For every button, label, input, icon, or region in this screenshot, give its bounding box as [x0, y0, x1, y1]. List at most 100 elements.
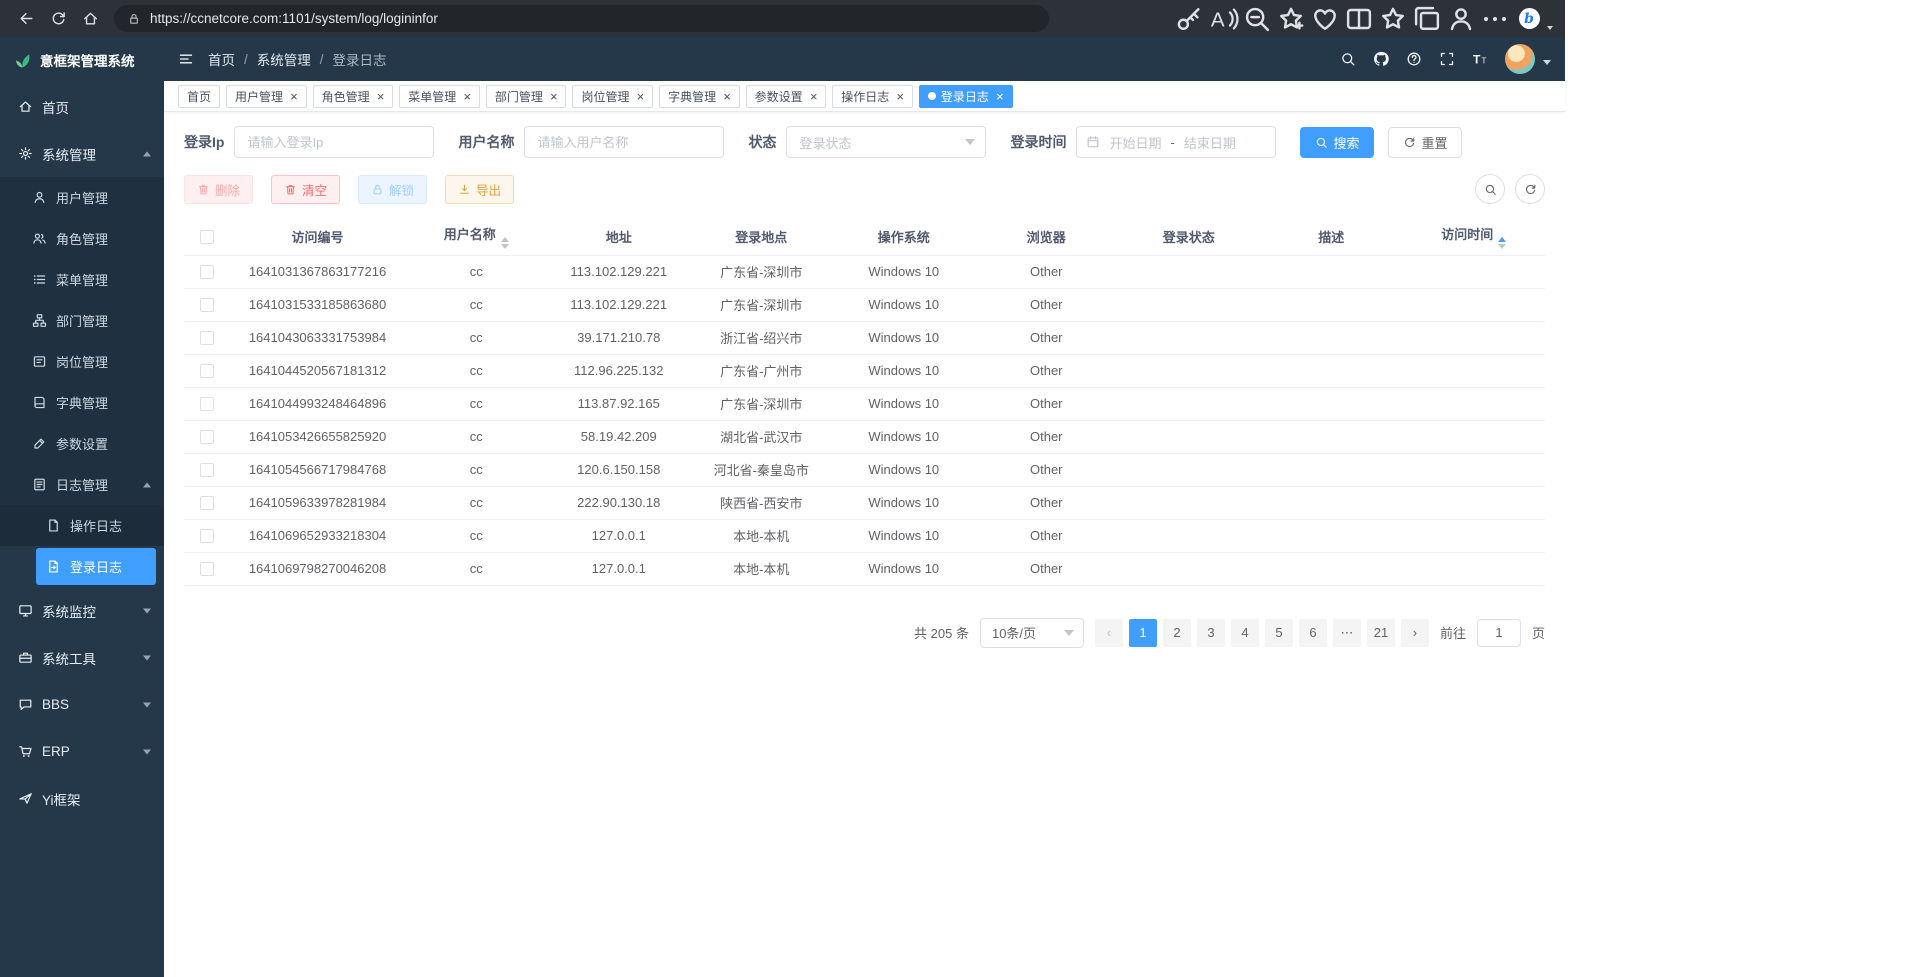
- pagination-page[interactable]: 4: [1231, 619, 1259, 647]
- sidebar-item-badge[interactable]: 岗位管理: [0, 341, 164, 382]
- tab[interactable]: 字典管理×: [659, 85, 740, 108]
- pagination-page[interactable]: 1: [1129, 619, 1157, 647]
- date-range-picker[interactable]: 开始日期 - 结束日期: [1076, 126, 1276, 158]
- fullscreen-icon[interactable]: [1439, 51, 1455, 67]
- row-checkbox[interactable]: [200, 331, 214, 345]
- sidebar-item-doc-login[interactable]: 登录日志: [36, 548, 156, 585]
- favorites-icon[interactable]: [1377, 4, 1409, 34]
- pagination-page[interactable]: 2: [1163, 619, 1191, 647]
- username-input[interactable]: [524, 126, 724, 158]
- pagination-next[interactable]: ›: [1401, 619, 1429, 647]
- sort-icon[interactable]: [501, 237, 509, 249]
- select-all-checkbox[interactable]: [200, 230, 214, 244]
- read-aloud-icon[interactable]: A: [1207, 4, 1239, 34]
- more-menu-icon[interactable]: [1479, 4, 1511, 34]
- tab[interactable]: 参数设置×: [746, 85, 827, 108]
- reset-button[interactable]: 重置: [1388, 127, 1462, 158]
- split-screen-icon[interactable]: [1343, 4, 1375, 34]
- tab[interactable]: 用户管理×: [226, 85, 307, 108]
- sidebar-item-edit[interactable]: 参数设置: [0, 423, 164, 464]
- row-checkbox[interactable]: [200, 298, 214, 312]
- sidebar-item-home[interactable]: 首页: [0, 83, 164, 130]
- goto-page-input[interactable]: [1477, 619, 1521, 647]
- sidebar-item-cart[interactable]: ERP: [0, 728, 164, 775]
- sidebar-item-gear[interactable]: 系统管理: [0, 130, 164, 177]
- breadcrumb-home[interactable]: 首页: [208, 49, 235, 69]
- row-checkbox[interactable]: [200, 529, 214, 543]
- browser-back-icon[interactable]: [10, 4, 42, 34]
- sidebar-item-doc[interactable]: 操作日志: [0, 505, 164, 546]
- sidebar-item-chat[interactable]: BBS: [0, 681, 164, 728]
- tab[interactable]: 首页: [178, 85, 220, 108]
- pagination-page[interactable]: 3: [1197, 619, 1225, 647]
- github-icon[interactable]: [1373, 51, 1389, 67]
- pagination-ellipsis[interactable]: ⋯: [1333, 619, 1361, 647]
- export-button[interactable]: 导出: [445, 175, 514, 204]
- column-header[interactable]: 用户名称: [405, 218, 548, 255]
- close-tab-icon[interactable]: ×: [636, 90, 644, 103]
- browser-essentials-icon[interactable]: [1309, 4, 1341, 34]
- address-bar[interactable]: https://ccnetcore.com:1101/system/log/lo…: [114, 5, 1049, 32]
- browser-home-icon[interactable]: [74, 4, 106, 34]
- sidebar-item-log[interactable]: 日志管理: [0, 464, 164, 505]
- row-checkbox[interactable]: [200, 430, 214, 444]
- header-search-icon[interactable]: [1340, 51, 1356, 67]
- close-tab-icon[interactable]: ×: [896, 90, 904, 103]
- tab[interactable]: 登录日志×: [919, 85, 1013, 108]
- close-tab-icon[interactable]: ×: [463, 90, 471, 103]
- refresh-table-button[interactable]: [1515, 174, 1545, 204]
- clear-button[interactable]: 清空: [271, 175, 340, 204]
- browser-refresh-icon[interactable]: [42, 4, 74, 34]
- copilot-menu-caret-icon[interactable]: [1547, 26, 1553, 30]
- pagination-prev[interactable]: ‹: [1095, 619, 1123, 647]
- close-tab-icon[interactable]: ×: [810, 90, 818, 103]
- row-checkbox[interactable]: [200, 397, 214, 411]
- pagination-page[interactable]: 5: [1265, 619, 1293, 647]
- pagination-page[interactable]: 6: [1299, 619, 1327, 647]
- row-checkbox[interactable]: [200, 364, 214, 378]
- sidebar-item-book[interactable]: 字典管理: [0, 382, 164, 423]
- delete-button[interactable]: 删除: [184, 175, 253, 204]
- page-size-select[interactable]: 10条/页: [980, 618, 1084, 648]
- row-checkbox[interactable]: [200, 463, 214, 477]
- copilot-icon[interactable]: b: [1513, 4, 1545, 34]
- search-button[interactable]: 搜索: [1300, 127, 1374, 158]
- row-checkbox[interactable]: [200, 562, 214, 576]
- toggle-search-button[interactable]: [1475, 174, 1505, 204]
- help-icon[interactable]: [1406, 51, 1422, 67]
- collapse-sidebar-icon[interactable]: [178, 51, 194, 67]
- user-avatar[interactable]: [1505, 44, 1535, 74]
- font-size-icon[interactable]: TT: [1472, 51, 1488, 67]
- status-select[interactable]: 登录状态: [786, 126, 986, 158]
- row-checkbox[interactable]: [200, 265, 214, 279]
- close-tab-icon[interactable]: ×: [550, 90, 558, 103]
- column-header[interactable]: 访问时间: [1403, 218, 1546, 255]
- collections-icon[interactable]: [1411, 4, 1443, 34]
- unlock-button[interactable]: 解锁: [358, 175, 427, 204]
- sidebar-item-tree[interactable]: 部门管理: [0, 300, 164, 341]
- zoom-out-icon[interactable]: [1241, 4, 1273, 34]
- tab[interactable]: 操作日志×: [832, 85, 913, 108]
- tab[interactable]: 岗位管理×: [572, 85, 653, 108]
- pagination-page[interactable]: 21: [1367, 619, 1395, 647]
- tab[interactable]: 角色管理×: [313, 85, 394, 108]
- sort-icon[interactable]: [1498, 237, 1506, 249]
- sidebar-item-menu-list[interactable]: 菜单管理: [0, 259, 164, 300]
- close-tab-icon[interactable]: ×: [290, 90, 298, 103]
- sidebar-item-toolbox[interactable]: 系统工具: [0, 634, 164, 681]
- breadcrumb-system[interactable]: 系统管理: [257, 49, 311, 69]
- sidebar-item-monitor[interactable]: 系统监控: [0, 587, 164, 634]
- sidebar-item-user[interactable]: 用户管理: [0, 177, 164, 218]
- sidebar-item-plane[interactable]: Yi框架: [0, 775, 164, 822]
- password-icon[interactable]: [1173, 4, 1205, 34]
- close-tab-icon[interactable]: ×: [377, 90, 385, 103]
- tab[interactable]: 菜单管理×: [399, 85, 480, 108]
- row-checkbox[interactable]: [200, 496, 214, 510]
- close-tab-icon[interactable]: ×: [723, 90, 731, 103]
- close-tab-icon[interactable]: ×: [996, 90, 1004, 103]
- login-ip-input[interactable]: [234, 126, 434, 158]
- tab[interactable]: 部门管理×: [486, 85, 567, 108]
- favorites-add-icon[interactable]: [1275, 4, 1307, 34]
- sidebar-item-users[interactable]: 角色管理: [0, 218, 164, 259]
- profile-icon[interactable]: [1445, 4, 1477, 34]
